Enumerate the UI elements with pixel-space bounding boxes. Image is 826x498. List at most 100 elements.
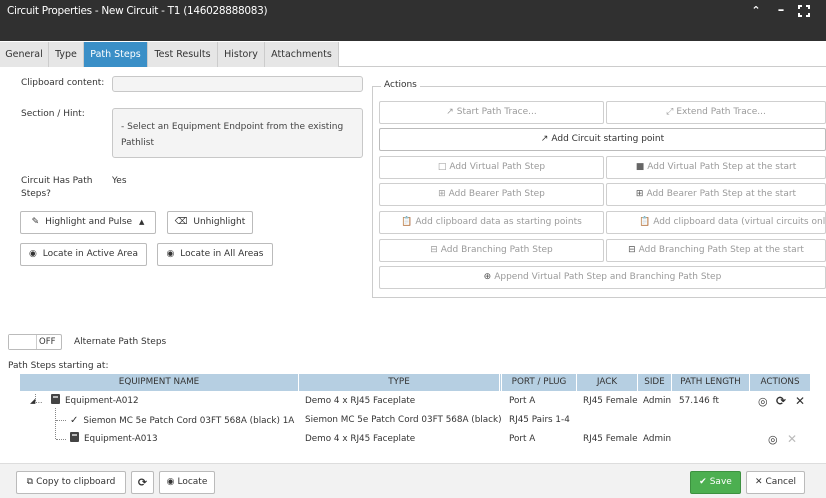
clipboard-field[interactable]: [112, 76, 363, 92]
col-jack[interactable]: JACK: [577, 374, 638, 391]
target-icon: ◉: [29, 249, 37, 259]
cancel-label: Cancel: [765, 477, 797, 487]
plus-square-outline-icon: ⊞: [438, 189, 446, 199]
external-link-icon: ↗: [446, 107, 454, 117]
add-virtual-step-label: Add Virtual Path Step: [449, 162, 546, 172]
col-type[interactable]: TYPE: [299, 374, 502, 391]
locate-target-icon[interactable]: ◎: [768, 430, 782, 449]
tab-test-results[interactable]: Test Results: [148, 42, 218, 67]
refresh-icon[interactable]: ⟳: [776, 392, 790, 411]
alternate-path-toggle[interactable]: OFF: [8, 334, 62, 350]
square-outline-icon: □: [437, 162, 447, 172]
minus-square-icon: ⊟: [628, 245, 636, 255]
equipment-name: Siemon MC 5e Patch Cord 03FT 568A (black…: [83, 416, 295, 426]
append-virtual-branching-button[interactable]: ⊕ Append Virtual Path Step and Branching …: [379, 266, 826, 289]
refresh-button[interactable]: ⟳: [131, 471, 154, 494]
alternate-path-label: Alternate Path Steps: [74, 337, 167, 347]
add-virtual-step-start-label: Add Virtual Path Step at the start: [647, 162, 797, 172]
highlight-pulse-button[interactable]: ✎ Highlight and Pulse ▲: [20, 211, 156, 234]
length-cell: [679, 430, 749, 449]
start-path-trace-button[interactable]: ↗ Start Path Trace...: [379, 101, 604, 124]
unhighlight-label: Unhighlight: [193, 217, 246, 227]
col-path-length[interactable]: PATH LENGTH: [672, 374, 750, 391]
add-clipboard-virtual-button[interactable]: 📋 Add clipboard data (virtual circuits on…: [606, 211, 826, 234]
save-button[interactable]: ✔ Save: [690, 471, 741, 494]
extend-path-trace-button[interactable]: ⤢ Extend Path Trace...: [606, 101, 826, 124]
equipment-name: Equipment-A013: [84, 434, 158, 444]
expand-icon[interactable]: [797, 4, 811, 18]
jack-cell: RJ45 Female: [583, 396, 638, 406]
table-row[interactable]: ✓ Siemon MC 5e Patch Cord 03FT 568A (blac…: [20, 411, 810, 430]
locate-all-button[interactable]: ◉ Locate in All Areas: [157, 243, 273, 266]
has-path-steps-value: Yes: [112, 176, 127, 186]
side-cell: Admin: [643, 434, 672, 444]
toggle-knob: [9, 335, 37, 349]
plus-square-icon: ⊞: [635, 189, 644, 199]
eraser-icon: ⌫: [174, 217, 188, 227]
square-filled-icon: ■: [635, 162, 645, 172]
copy-icon: ⧉: [26, 477, 34, 487]
append-virtual-branching-label: Append Virtual Path Step and Branching P…: [494, 272, 722, 282]
locate-active-button[interactable]: ◉ Locate in Active Area: [20, 243, 147, 266]
col-actions[interactable]: ACTIONS: [750, 374, 810, 391]
col-side[interactable]: SIDE: [638, 374, 672, 391]
pencil-icon: ✎: [31, 217, 40, 227]
collapse-caret-icon[interactable]: ◢…: [30, 392, 44, 411]
delete-x-icon[interactable]: ✕: [795, 392, 809, 411]
add-virtual-step-start-button[interactable]: ■ Add Virtual Path Step at the start: [606, 156, 826, 179]
add-bearer-step-start-button[interactable]: ⊞ Add Bearer Path Step at the start: [606, 183, 826, 206]
close-icon: ✕: [754, 477, 763, 487]
expand-arrows-icon: ⤢: [666, 107, 674, 117]
add-virtual-step-button[interactable]: □ Add Virtual Path Step: [379, 156, 604, 179]
unhighlight-button[interactable]: ⌫ Unhighlight: [167, 211, 253, 234]
toggle-state: OFF: [39, 337, 56, 347]
grid-caption: Path Steps starting at:: [8, 361, 109, 371]
length-cell: 57.146 ft: [679, 396, 719, 406]
locate-label: Locate: [177, 477, 208, 487]
tab-path-steps[interactable]: Path Steps: [84, 42, 148, 67]
window-titlebar: Circuit Properties - New Circuit - T1 (1…: [0, 0, 826, 41]
tab-type[interactable]: Type: [49, 42, 84, 67]
locate-button[interactable]: ◉ Locate: [159, 471, 215, 494]
equipment-icon: [70, 432, 79, 442]
col-equipment-name[interactable]: EQUIPMENT NAME: [20, 374, 299, 391]
table-row[interactable]: Equipment-A013 Demo 4 x RJ45 Faceplate P…: [20, 430, 810, 449]
add-branching-step-button[interactable]: ⊟ Add Branching Path Step: [379, 239, 604, 262]
dialog-footer: ⧉ Copy to clipboard ⟳ ◉ Locate ✔ Save ✕ Canc…: [0, 463, 826, 498]
has-path-steps-label: Circuit Has Path Steps?: [21, 176, 93, 199]
tab-general[interactable]: General: [0, 42, 49, 67]
refresh-icon: ⟳: [137, 476, 148, 489]
chevron-up-icon[interactable]: ⌃: [749, 4, 763, 18]
add-circuit-start-label: Add Circuit starting point: [551, 134, 665, 144]
add-branching-step-start-button[interactable]: ⊟ Add Branching Path Step at the start: [606, 239, 826, 262]
type-cell: Demo 4 x RJ45 Faceplate: [305, 396, 416, 406]
external-link-icon: ↗: [540, 134, 549, 144]
tab-history[interactable]: History: [218, 42, 265, 67]
add-circuit-start-button[interactable]: ↗ Add Circuit starting point: [379, 128, 826, 151]
locate-all-label: Locate in All Areas: [180, 249, 264, 259]
side-cell: Admin: [643, 396, 672, 406]
add-clipboard-virtual-label: Add clipboard data (virtual circuits onl…: [653, 217, 826, 227]
table-row[interactable]: ◢… Equipment-A012 Demo 4 x RJ45 Faceplat…: [20, 392, 810, 411]
length-cell: [679, 411, 749, 430]
side-cell: [643, 411, 675, 430]
save-label: Save: [709, 477, 732, 487]
minimize-icon[interactable]: –: [774, 4, 788, 18]
copy-to-clipboard-button[interactable]: ⧉ Copy to clipboard: [16, 471, 126, 494]
clipboard-label: Clipboard content:: [21, 78, 105, 88]
grid-header: EQUIPMENT NAME TYPE PORT / PLUG JACK SID…: [20, 374, 810, 391]
target-icon: ◉: [166, 249, 175, 259]
target-icon: ◉: [166, 477, 175, 487]
delete-x-icon[interactable]: ✕: [787, 430, 801, 449]
cancel-button[interactable]: ✕ Cancel: [746, 471, 805, 494]
add-clipboard-start-button[interactable]: 📋 Add clipboard data as starting points: [379, 211, 604, 234]
clipboard-icon: 📋: [401, 217, 413, 227]
tab-attachments[interactable]: Attachments: [265, 42, 339, 67]
locate-target-icon[interactable]: ◎: [758, 392, 772, 411]
hint-field: - Select an Equipment Endpoint from the …: [112, 108, 363, 158]
col-port-plug[interactable]: PORT / PLUG: [502, 374, 577, 391]
equipment-name-cell: Equipment-A013: [70, 430, 300, 449]
add-bearer-step-button[interactable]: ⊞ Add Bearer Path Step: [379, 183, 604, 206]
add-branching-step-label: Add Branching Path Step: [440, 245, 553, 255]
add-bearer-step-start-label: Add Bearer Path Step at the start: [646, 189, 797, 199]
